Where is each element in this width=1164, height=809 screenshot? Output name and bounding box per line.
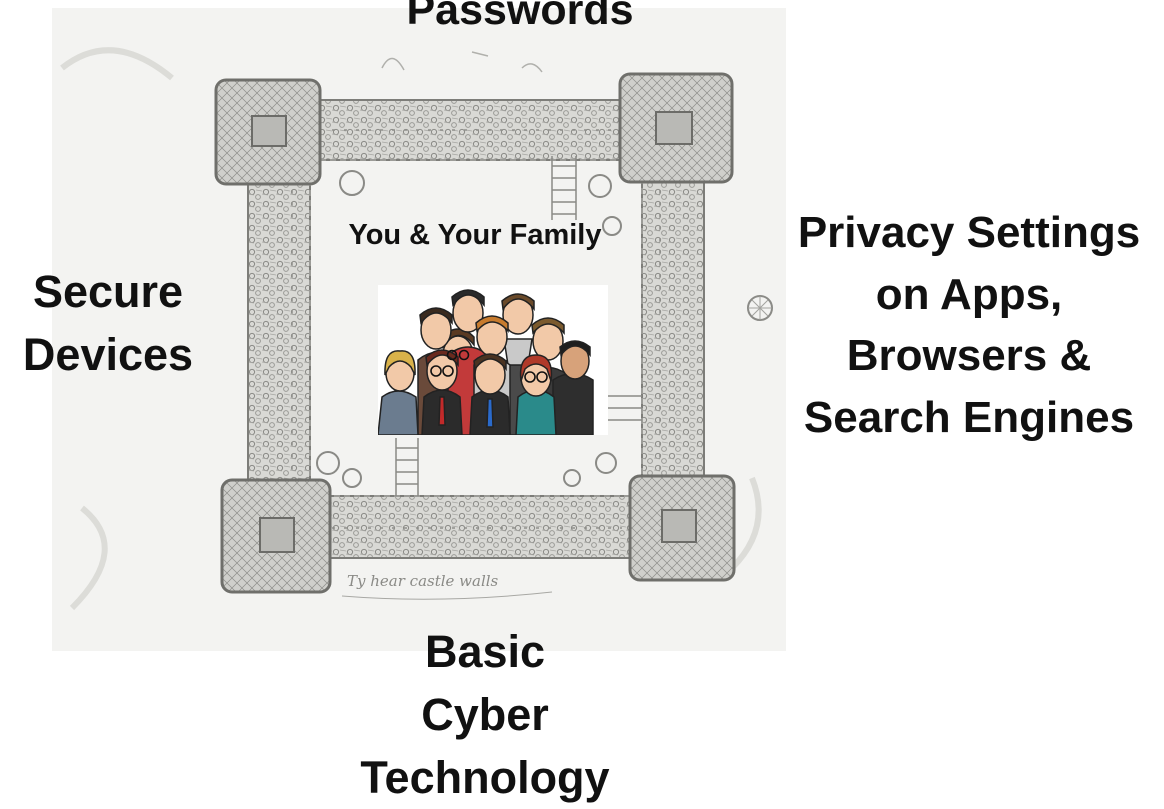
family-group-icon (378, 289, 594, 435)
privacy-settings-line-1: Privacy Settings (797, 208, 1141, 257)
secure-devices-line-2: Devices (22, 329, 194, 380)
basic-cyber-technology-label: Basic Cyber Technology (330, 620, 640, 809)
privacy-settings-line-4: Search Engines (803, 392, 1135, 442)
passwords-label: Passwords (406, 0, 634, 34)
you-and-your-family-label: You & Your Family (348, 219, 602, 251)
basic-cyber-line-1: Basic (424, 626, 546, 677)
secure-devices-line-1: Secure (32, 266, 184, 317)
basic-cyber-line-3: Technology (360, 752, 610, 803)
sketch-caption: Ty hear castle walls (347, 572, 499, 590)
privacy-settings-line-2: on Apps, (875, 269, 1063, 319)
family-illustration (378, 285, 608, 435)
secure-devices-label: Secure Devices (0, 260, 216, 386)
privacy-settings-line-3: Browsers & (846, 331, 1092, 381)
privacy-settings-label: Privacy Settings on Apps, Browsers & Sea… (774, 202, 1164, 448)
basic-cyber-line-2: Cyber (421, 689, 549, 740)
